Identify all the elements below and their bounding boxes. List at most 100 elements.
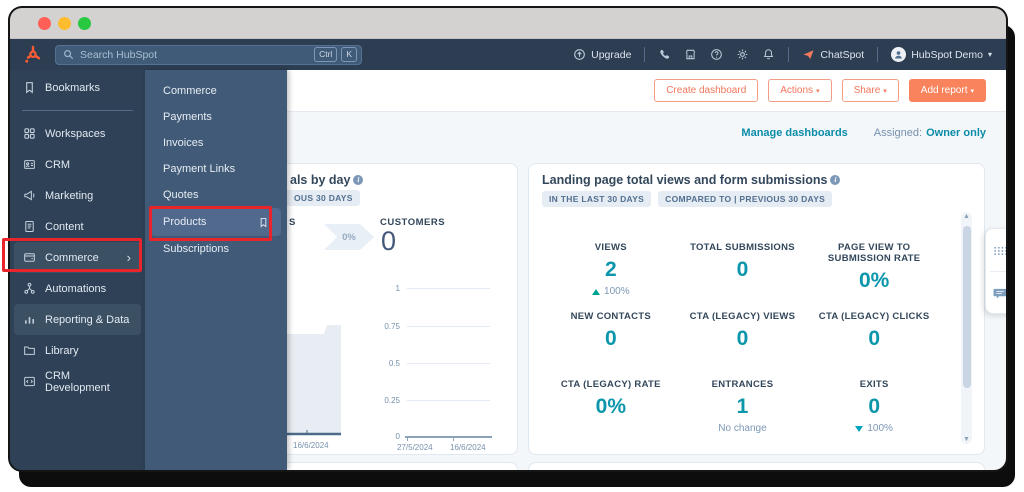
- report-card-partial: als by day i OUS 30 DAYS S 0% CUSTOMERS 0…: [287, 163, 518, 455]
- hubspot-logo-icon[interactable]: [23, 45, 43, 65]
- search-icon: [64, 50, 74, 60]
- scroll-up-icon[interactable]: ▲: [961, 213, 972, 220]
- x-axis-date-label: 27/5/2024: [397, 443, 433, 452]
- help-icon[interactable]: [710, 48, 723, 61]
- card-scrollbar[interactable]: ▲ ▼: [961, 212, 972, 444]
- add-report-button[interactable]: Add report ▾: [908, 79, 986, 102]
- minimize-window-button[interactable]: [58, 17, 71, 30]
- sidebar: Bookmarks Workspaces CRM Marketing Conte…: [10, 70, 145, 470]
- sidebar-item-workspaces[interactable]: Workspaces: [10, 118, 145, 149]
- flyout-item-commerce[interactable]: Commerce: [145, 78, 287, 104]
- shortcut-k-key: K: [341, 47, 357, 62]
- metric-value: 0%: [858, 269, 890, 292]
- sidebar-item-label: Workspaces: [45, 127, 106, 140]
- metric-delta: 100%: [545, 286, 677, 297]
- manage-dashboards-link[interactable]: Manage dashboards: [741, 127, 847, 139]
- share-button[interactable]: Share ▾: [841, 79, 899, 102]
- flyout-item-quotes[interactable]: Quotes: [145, 182, 287, 208]
- sidebar-item-library[interactable]: Library: [10, 335, 145, 366]
- floating-tools-panel: [985, 228, 1006, 314]
- app-window: Ctrl K Upgrade ChatSpot: [10, 8, 1006, 470]
- sidebar-divider: [22, 110, 133, 111]
- calling-icon[interactable]: [658, 48, 671, 61]
- upgrade-button[interactable]: Upgrade: [573, 48, 631, 61]
- chevron-right-icon: ›: [126, 250, 131, 265]
- scroll-down-icon[interactable]: ▼: [961, 436, 972, 443]
- account-menu[interactable]: HubSpot Demo ▾: [891, 47, 992, 62]
- info-icon[interactable]: i: [830, 175, 841, 185]
- dashboard-header: Create dashboard Actions ▾ Share ▾ Add rep…: [287, 70, 1006, 112]
- sidebar-item-reporting-data[interactable]: Reporting & Data: [14, 304, 141, 335]
- metric-value: 1: [736, 395, 749, 419]
- x-axis-date-label: 16/6/2024: [293, 441, 329, 450]
- flyout-item-label: Subscriptions: [163, 243, 230, 255]
- megaphone-icon: [23, 189, 36, 202]
- data-grid-tool-button[interactable]: [986, 229, 1006, 271]
- notifications-bell-icon[interactable]: [762, 48, 775, 61]
- metric-label: VIEWS: [594, 242, 627, 253]
- info-icon[interactable]: i: [353, 175, 364, 185]
- sidebar-item-label: CRM Development: [45, 369, 110, 394]
- funnel-stage-label-fragment: S: [289, 217, 296, 228]
- sidebar-item-bookmarks[interactable]: Bookmarks: [10, 72, 145, 103]
- flyout-item-payment-links[interactable]: Payment Links: [145, 156, 287, 182]
- flyout-item-label: Invoices: [163, 137, 204, 149]
- x-axis-line: [405, 436, 492, 441]
- y-tick: 0: [395, 432, 400, 441]
- assigned-status[interactable]: Assigned: Owner only: [874, 127, 986, 139]
- metric-label: TOTAL SUBMISSIONS: [690, 242, 795, 253]
- sidebar-item-label: Reporting & Data: [45, 313, 130, 326]
- top-navigation-bar: Ctrl K Upgrade ChatSpot: [10, 39, 1006, 70]
- sidebar-item-marketing[interactable]: Marketing: [10, 180, 145, 211]
- flyout-item-products[interactable]: Products: [151, 208, 281, 236]
- comment-bubble-icon: [993, 288, 1006, 299]
- metric-label: ENTRANCES: [711, 379, 774, 391]
- folder-icon: [23, 344, 36, 357]
- comment-tool-button[interactable]: [986, 272, 1006, 314]
- metric-entrances: ENTRANCES 1 No change: [677, 367, 809, 436]
- date-range-badge-fragment: OUS 30 DAYS: [287, 190, 360, 206]
- flyout-item-label: Payments: [163, 111, 212, 123]
- flyout-item-payments[interactable]: Payments: [145, 104, 287, 130]
- upgrade-icon: [574, 49, 586, 60]
- close-window-button[interactable]: [38, 17, 51, 30]
- flyout-item-invoices[interactable]: Invoices: [145, 130, 287, 156]
- create-dashboard-button[interactable]: Create dashboard: [654, 79, 759, 102]
- gridline: [407, 400, 490, 401]
- metric-cta-legacy-clicks: CTA (LEGACY) CLICKS 0: [808, 299, 940, 368]
- sidebar-item-commerce[interactable]: Commerce ›: [14, 242, 141, 273]
- funnel-conversion-chevron: 0%: [324, 224, 374, 250]
- gridline: [407, 363, 490, 364]
- scrollbar-thumb[interactable]: [962, 226, 971, 388]
- flyout-item-label: Commerce: [163, 85, 217, 97]
- metric-total-submissions: TOTAL SUBMISSIONS 0: [677, 230, 809, 299]
- chatspot-label: ChatSpot: [820, 48, 865, 61]
- bookmark-icon[interactable]: [258, 217, 269, 228]
- metric-value: 0%: [595, 395, 626, 419]
- metric-views: VIEWS 2 100%: [545, 230, 677, 299]
- flyout-item-label: Quotes: [163, 189, 199, 201]
- sidebar-item-content[interactable]: Content: [10, 211, 145, 242]
- chatspot-button[interactable]: ChatSpot: [802, 48, 864, 61]
- chevron-down-icon: ▾: [970, 88, 974, 95]
- main-content: Create dashboard Actions ▾ Share ▾ Add rep…: [287, 70, 1006, 470]
- date-range-badges: IN THE LAST 30 DAYS COMPARED TO | PREVIO…: [542, 191, 833, 207]
- wallet-icon: [23, 251, 36, 264]
- customers-value: 0: [381, 226, 397, 256]
- sidebar-item-label: Library: [45, 344, 79, 357]
- marketplace-icon[interactable]: [684, 48, 697, 61]
- y-tick: 0.5: [388, 359, 400, 368]
- settings-gear-icon[interactable]: [736, 48, 749, 61]
- flyout-item-subscriptions[interactable]: Subscriptions: [145, 236, 287, 262]
- sidebar-item-automations[interactable]: Automations: [10, 273, 145, 304]
- actions-button[interactable]: Actions ▾: [768, 79, 832, 102]
- metric-label: EXITS: [859, 379, 889, 391]
- sidebar-item-label: Marketing: [45, 189, 94, 202]
- sidebar-item-crm-development[interactable]: CRM Development: [10, 366, 145, 397]
- maximize-window-button[interactable]: [78, 17, 91, 30]
- sidebar-item-label: Content: [45, 220, 84, 233]
- search-input[interactable]: [74, 48, 315, 61]
- y-tick: 0.75: [384, 322, 400, 331]
- sidebar-item-label: Commerce: [45, 251, 99, 264]
- sidebar-item-crm[interactable]: CRM: [10, 149, 145, 180]
